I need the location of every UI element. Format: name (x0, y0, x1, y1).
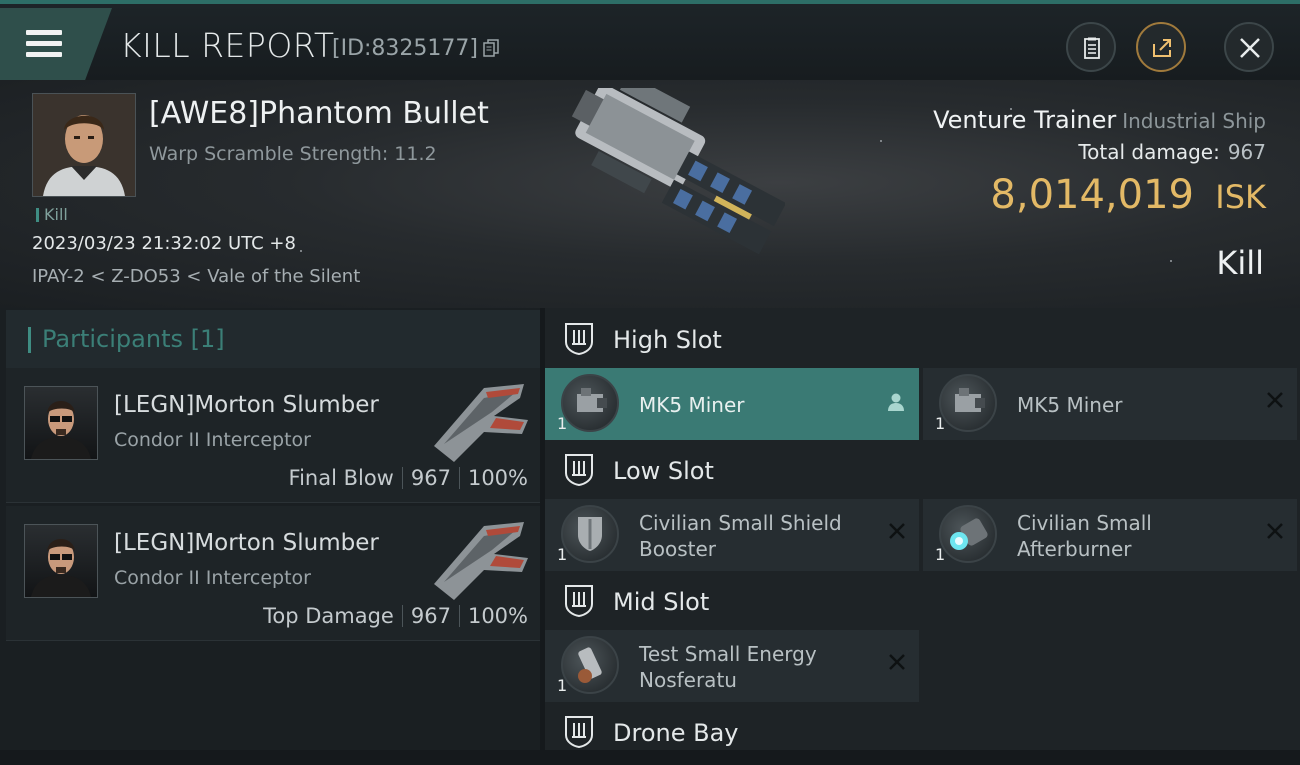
participant-role: Top Damage (263, 604, 394, 628)
afterburner-icon (939, 505, 997, 563)
slot-shield-icon (565, 454, 593, 487)
participants-panel: Participants [1] [LEGN]Morton Slumber Co… (0, 308, 540, 750)
participants-header: Participants [1] (6, 310, 540, 368)
destroyed-x-icon (1267, 523, 1283, 539)
low-slot-label: Low Slot (613, 457, 714, 485)
victim-ship-name[interactable]: Venture Trainer Industrial Ship (933, 106, 1266, 134)
isk-unit: ISK (1215, 178, 1266, 216)
victim-ship-image[interactable] (515, 88, 785, 298)
slot-shield-icon (565, 716, 593, 749)
drone-bay-label: Drone Bay (613, 719, 739, 747)
participant-damage: 967 (410, 466, 451, 490)
share-export-icon (1153, 39, 1171, 57)
copy-icon[interactable] (483, 39, 499, 57)
participant-name: [LEGN]Morton Slumber (114, 530, 379, 556)
module-high-2[interactable]: 1 MK5 Miner (923, 368, 1297, 440)
high-slot-header: High Slot (545, 310, 1300, 372)
participant-ship: Condor II Interceptor (114, 429, 311, 451)
destroyed-x-icon (889, 523, 905, 539)
participant-ship: Condor II Interceptor (114, 567, 311, 589)
pilot-avatar-icon (31, 401, 91, 459)
module-name: Test Small Energy Nosferatu (639, 642, 817, 692)
module-name: Civilian Small Afterburner (1017, 511, 1152, 561)
participant-avatar[interactable] (24, 524, 98, 598)
module-quantity: 1 (557, 545, 568, 564)
pilot-avatar-icon (33, 94, 135, 196)
module-name: Civilian Small Shield Booster (639, 511, 842, 561)
victim-pilot-name[interactable]: [AWE8]Phantom Bullet (149, 96, 489, 131)
person-icon[interactable] (887, 392, 905, 412)
drone-bay-header: Drone Bay (545, 703, 1300, 765)
close-button[interactable] (1224, 22, 1274, 72)
destroyed-x-icon (1267, 392, 1283, 408)
module-name: MK5 Miner (1017, 393, 1123, 417)
module-quantity: 1 (557, 676, 568, 695)
ship-class: Industrial Ship (1122, 109, 1266, 133)
participant-avatar[interactable] (24, 386, 98, 460)
miner-module-icon (939, 374, 997, 432)
participant-ship-image (434, 522, 528, 600)
module-low-2[interactable]: 1 Civilian Small Afterburner (923, 499, 1297, 571)
module-quantity: 1 (935, 414, 946, 433)
participant-row[interactable]: [LEGN]Morton Slumber Condor II Intercept… (6, 506, 540, 641)
warp-scramble-strength: Warp Scramble Strength: 11.2 (149, 143, 437, 165)
participant-damage: 967 (410, 604, 451, 628)
pilot-avatar-icon (31, 539, 91, 597)
participant-percent: 100% (467, 466, 528, 490)
participants-title: Participants [1] (42, 325, 225, 353)
kill-datetime: 2023/03/23 21:32:02 UTC +8 (32, 233, 296, 254)
kill-location[interactable]: IPAY-2 < Z-DO53 < Vale of the Silent (32, 266, 360, 287)
participant-ship-image (434, 384, 528, 462)
module-quantity: 1 (935, 545, 946, 564)
participant-role: Final Blow (288, 466, 394, 490)
miner-module-icon (561, 374, 619, 432)
energy-nosferatu-icon (561, 636, 619, 694)
kill-type-label: Kill (1216, 244, 1264, 282)
victim-portrait[interactable] (32, 93, 136, 197)
high-slot-label: High Slot (613, 326, 722, 354)
mid-slot-header: Mid Slot (545, 572, 1300, 634)
destroyed-x-icon (889, 654, 905, 670)
isk-value: 8,014,019 (990, 172, 1194, 218)
clipboard-icon (1084, 37, 1100, 59)
participant-name: [LEGN]Morton Slumber (114, 392, 379, 418)
participant-percent: 100% (467, 604, 528, 628)
report-log-button[interactable] (1066, 22, 1116, 72)
total-damage: Total damage: 967 (1078, 140, 1266, 164)
module-quantity: 1 (557, 414, 568, 433)
hamburger-menu-icon (26, 30, 62, 58)
page-title: KILL REPORT (120, 26, 335, 65)
participant-stats: Top Damage 967 100% (263, 604, 528, 628)
slot-shield-icon (565, 585, 593, 618)
module-high-1[interactable]: 1 MK5 Miner (545, 368, 919, 440)
slot-shield-icon (565, 323, 593, 356)
title-bar: KILL REPORT [ID:8325177] (0, 0, 1300, 80)
participant-row[interactable]: [LEGN]Morton Slumber Condor II Intercept… (6, 368, 540, 503)
share-button[interactable] (1136, 22, 1186, 72)
participant-stats: Final Blow 967 100% (289, 466, 528, 490)
shield-booster-icon (561, 505, 619, 563)
module-name: MK5 Miner (639, 393, 745, 417)
fitting-panel: High Slot 1 MK5 Miner 1 MK5 Miner Low Sl… (545, 308, 1300, 750)
menu-button[interactable] (0, 8, 112, 80)
kill-tag: Kill (36, 205, 68, 224)
low-slot-header: Low Slot (545, 441, 1300, 503)
module-mid-1[interactable]: 1 Test Small Energy Nosferatu (545, 630, 919, 702)
close-icon (1240, 38, 1260, 58)
total-damage-value: 967 (1227, 140, 1266, 164)
module-low-1[interactable]: 1 Civilian Small Shield Booster (545, 499, 919, 571)
mid-slot-label: Mid Slot (613, 588, 710, 616)
kill-id: [ID:8325177] (332, 36, 478, 61)
